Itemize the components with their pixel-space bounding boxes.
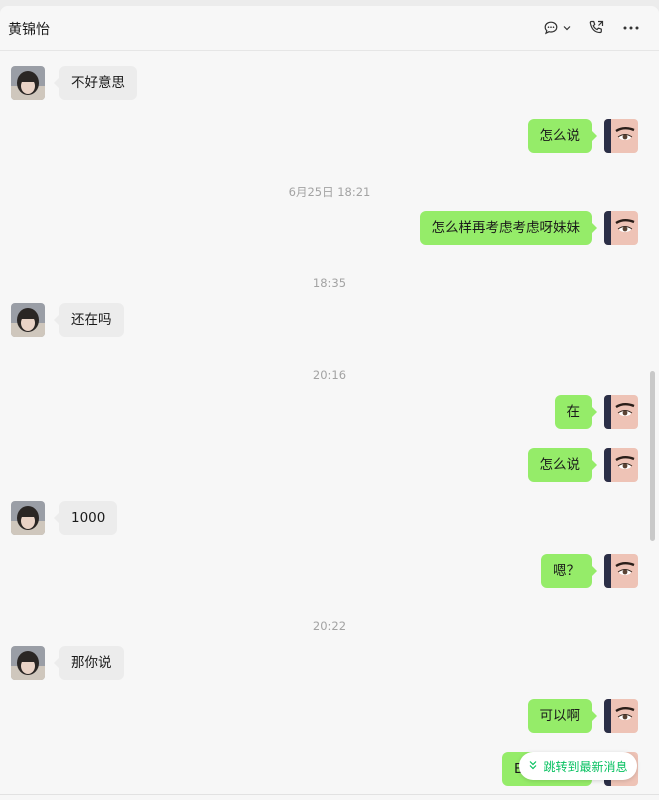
message-bubble[interactable]: 嗯？ [541, 554, 597, 588]
my-avatar[interactable] [604, 211, 638, 245]
timestamp: 20:16 [312, 368, 347, 382]
message-bubble[interactable]: 1000 [53, 501, 118, 535]
message-bubble[interactable]: 怎么说 [527, 448, 597, 482]
chat-bubble-icon [543, 20, 559, 36]
message-row: 1000 [0, 501, 659, 537]
message-row: 怎么说 [0, 119, 659, 155]
scrollbar-thumb[interactable] [650, 371, 655, 541]
contact-name: 黄锦怡 [8, 22, 50, 38]
contact-avatar[interactable] [11, 66, 45, 100]
message-row: 那你说 [0, 646, 659, 682]
my-avatar[interactable] [604, 448, 638, 482]
message-row: 嗯？ [0, 554, 659, 590]
message-bubble[interactable]: 那你说 [54, 646, 124, 680]
contact-avatar[interactable] [11, 646, 45, 680]
my-avatar[interactable] [604, 119, 638, 153]
message-bubble[interactable]: 还在吗 [54, 303, 124, 337]
message-row: 不好意思 [0, 66, 659, 102]
chat-window: 黄锦怡 不好意思 怎么说 6月25日 18:21 怎么样再考虑考虑呀妹妹 18:… [0, 6, 659, 800]
message-row: 可以啊 [0, 699, 659, 735]
more-button[interactable] [620, 16, 642, 40]
message-row: 怎么样再考虑考虑呀妹妹 [0, 211, 659, 247]
message-row: 怎么说 [0, 448, 659, 484]
my-avatar[interactable] [604, 395, 638, 429]
timestamp: 18:35 [312, 276, 347, 290]
chat-options-button[interactable] [540, 16, 574, 40]
message-input-area[interactable] [0, 794, 659, 800]
voice-call-button[interactable] [584, 16, 608, 40]
message-bubble[interactable]: 不好意思 [54, 66, 137, 100]
message-list[interactable]: 不好意思 怎么说 6月25日 18:21 怎么样再考虑考虑呀妹妹 18:35 还… [0, 50, 659, 794]
my-avatar[interactable] [604, 554, 638, 588]
message-row: 还在吗 [0, 303, 659, 339]
double-chevron-down-icon [528, 759, 538, 773]
more-icon [623, 26, 639, 30]
contact-avatar[interactable] [11, 501, 45, 535]
jump-to-latest-button[interactable]: 跳转到最新消息 [519, 752, 637, 780]
message-bubble[interactable]: 在 [554, 395, 597, 429]
message-row: 在 [0, 395, 659, 431]
timestamp: 6月25日 18:21 [288, 185, 371, 199]
message-bubble[interactable]: 怎么说 [527, 119, 597, 153]
chevron-down-icon [563, 25, 571, 31]
jump-to-latest-label: 跳转到最新消息 [543, 759, 628, 774]
message-bubble[interactable]: 怎么样再考虑考虑呀妹妹 [419, 211, 597, 245]
voice-call-icon [587, 19, 605, 37]
my-avatar[interactable] [604, 699, 638, 733]
contact-avatar[interactable] [11, 303, 45, 337]
chat-header: 黄锦怡 [0, 6, 659, 51]
timestamp: 20:22 [312, 619, 347, 633]
message-bubble[interactable]: 可以啊 [527, 699, 597, 733]
